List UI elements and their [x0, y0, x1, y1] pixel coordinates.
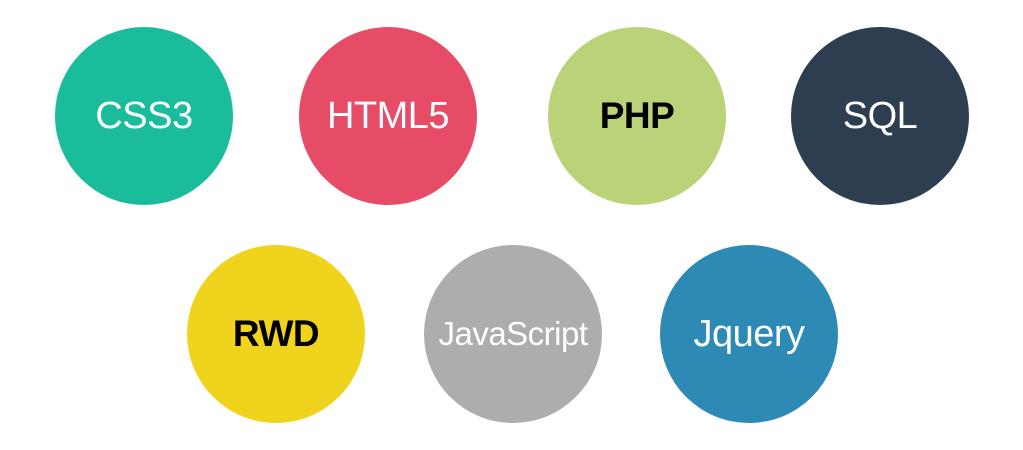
skill-label-rwd: RWD — [232, 313, 320, 354]
skill-circle-jquery: Jquery — [660, 245, 838, 423]
skill-circle-php: PHP — [548, 27, 726, 205]
skills-circle-grid: CSS3 HTML5 PHP SQL RWD JavaScript Jquery — [0, 0, 1023, 450]
skill-circle-sql: SQL — [791, 27, 969, 205]
skill-circle-rwd: RWD — [187, 245, 365, 423]
skill-circle-javascript: JavaScript — [424, 245, 602, 423]
skill-label-sql: SQL — [842, 94, 918, 137]
skill-label-php: PHP — [599, 95, 675, 136]
skill-circle-css3: CSS3 — [55, 27, 233, 205]
skill-label-css3: CSS3 — [95, 94, 193, 137]
skill-label-javascript: JavaScript — [438, 315, 588, 352]
skill-circle-html5: HTML5 — [299, 27, 477, 205]
skill-label-html5: HTML5 — [326, 94, 450, 137]
skill-label-jquery: Jquery — [693, 312, 805, 355]
